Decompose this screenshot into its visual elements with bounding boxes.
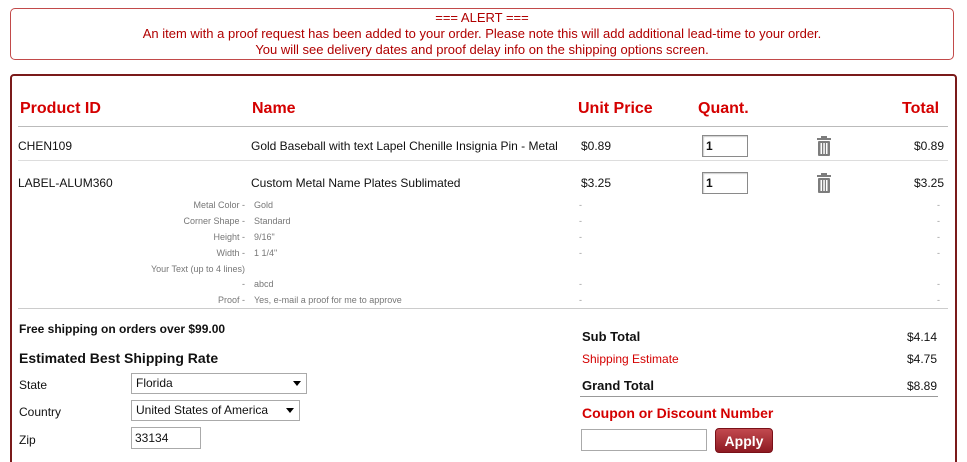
option-label: Width - — [216, 248, 245, 258]
trash-icon[interactable] — [816, 173, 832, 193]
option-total: - — [937, 216, 940, 226]
option-total: - — [937, 200, 940, 210]
option-price: - — [579, 248, 582, 258]
item-unit-price: $0.89 — [581, 139, 612, 153]
option-price: - — [579, 279, 582, 289]
header-unit-price: Unit Price — [578, 100, 653, 117]
option-price: - — [579, 216, 582, 226]
option-total: - — [937, 248, 940, 258]
apply-coupon-button[interactable]: Apply — [715, 428, 773, 453]
option-value: abcd — [254, 279, 274, 289]
item-product-id: CHEN109 — [18, 139, 73, 153]
subtotal-value: $4.14 — [907, 330, 938, 344]
quantity-input[interactable]: 1 — [702, 172, 748, 194]
header-name: Name — [252, 100, 296, 117]
option-label: - — [242, 279, 245, 289]
alert-line-1: An item with a proof request has been ad… — [142, 26, 822, 41]
grand-total-value: $8.89 — [907, 379, 938, 393]
item-unit-price: $3.25 — [581, 176, 612, 190]
row-divider — [18, 160, 948, 161]
option-value: Gold — [254, 200, 274, 210]
country-select[interactable]: United States of America — [131, 400, 300, 421]
zip-label: Zip — [19, 433, 36, 447]
header-total: Total — [902, 100, 940, 117]
alert-title: === ALERT === — [435, 10, 529, 25]
header-divider — [18, 126, 948, 127]
option-total: - — [937, 279, 940, 289]
country-selected: United States of America — [136, 403, 269, 417]
shipping-estimate-value: $4.75 — [907, 352, 938, 366]
header-quantity: Quant. — [698, 100, 749, 117]
state-label: State — [19, 378, 48, 392]
totals-divider — [580, 396, 938, 397]
state-selected: Florida — [136, 376, 173, 390]
items-divider — [18, 308, 948, 309]
item-product-id: LABEL-ALUM360 — [18, 176, 113, 190]
option-price: - — [579, 232, 582, 242]
header-product-id: Product ID — [20, 100, 101, 117]
option-label: Metal Color - — [193, 200, 245, 210]
chevron-down-icon — [286, 408, 294, 413]
item-name: Gold Baseball with text Lapel Chenille I… — [251, 139, 558, 153]
chevron-down-icon — [293, 381, 301, 386]
country-label: Country — [19, 405, 62, 419]
cart-panel: Product ID Name Unit Price Quant. Total … — [10, 74, 957, 462]
free-shipping-notice: Free shipping on orders over $99.00 — [19, 322, 226, 336]
option-label: Height - — [213, 232, 245, 242]
zip-input[interactable]: 33134 — [131, 427, 201, 449]
item-total: $3.25 — [914, 176, 945, 190]
proof-alert: === ALERT === An item with a proof reque… — [10, 8, 954, 60]
option-value: 1 1/4" — [254, 248, 278, 258]
item-name: Custom Metal Name Plates Sublimated — [251, 176, 461, 190]
grand-total-label: Grand Total — [582, 378, 654, 393]
option-total: - — [937, 295, 940, 305]
shipping-heading: Estimated Best Shipping Rate — [19, 350, 219, 366]
option-label: Proof - — [217, 295, 245, 305]
option-total: - — [937, 232, 940, 242]
option-value: Yes, e-mail a proof for me to approve — [254, 295, 402, 305]
trash-icon[interactable] — [816, 136, 832, 156]
coupon-label: Coupon or Discount Number — [582, 405, 774, 421]
alert-line-2: You will see delivery dates and proof de… — [255, 42, 709, 57]
item-total: $0.89 — [914, 139, 945, 153]
shipping-estimate-label: Shipping Estimate — [582, 352, 679, 366]
coupon-input[interactable] — [581, 429, 707, 451]
quantity-input[interactable]: 1 — [702, 135, 748, 157]
option-value: 9/16" — [254, 232, 275, 242]
option-value: Standard — [254, 216, 291, 226]
state-select[interactable]: Florida — [131, 373, 307, 394]
option-label: Your Text (up to 4 lines) — [150, 264, 245, 274]
option-price: - — [579, 295, 582, 305]
subtotal-label: Sub Total — [582, 329, 641, 344]
option-label: Corner Shape - — [183, 216, 245, 226]
option-price: - — [579, 200, 582, 210]
